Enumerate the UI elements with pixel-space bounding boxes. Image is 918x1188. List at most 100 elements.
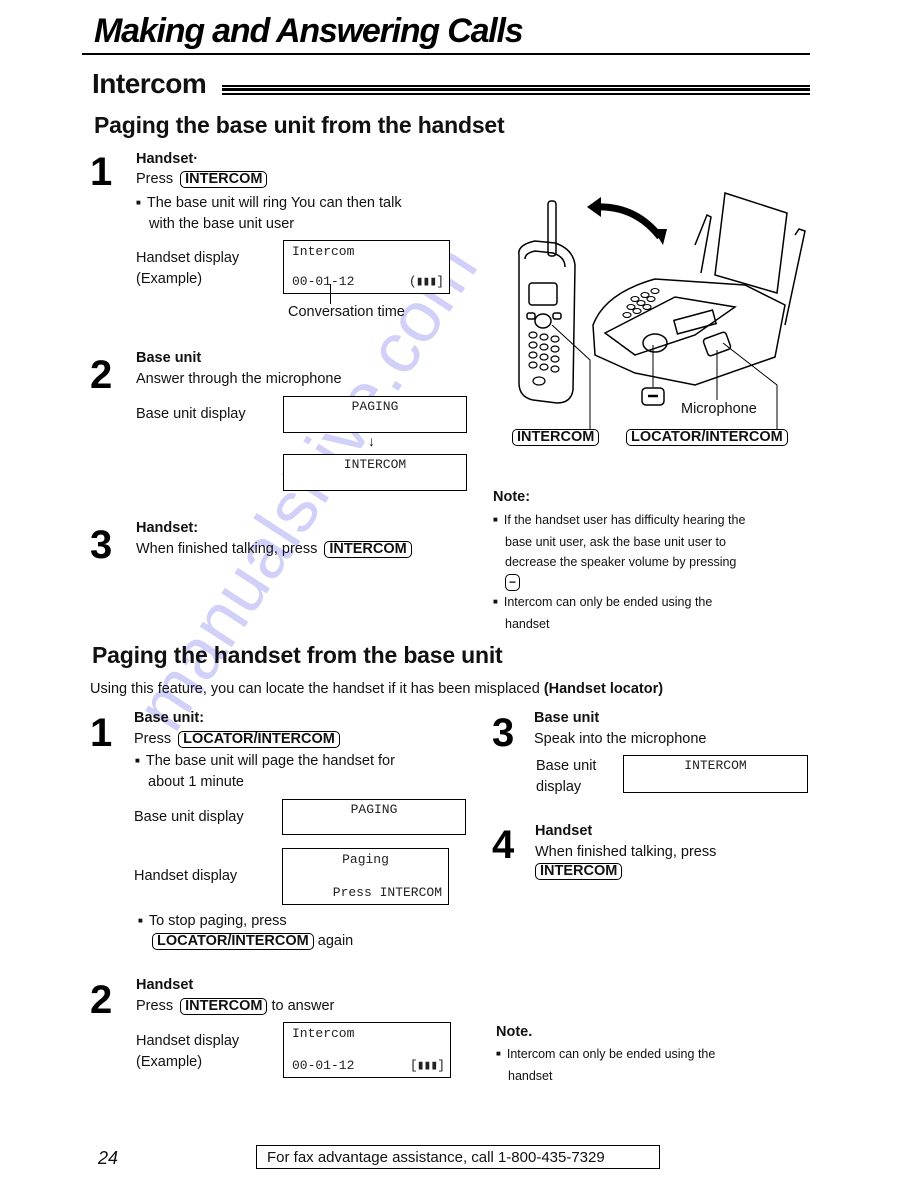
- note-bullet-cont: handset: [508, 1069, 553, 1083]
- intro-bold: (Handset locator): [543, 681, 664, 697]
- handset-display: Intercom 00-01-12 [▮▮▮]: [283, 1022, 451, 1078]
- section-rule: [222, 85, 810, 95]
- step-number: 1: [90, 150, 113, 194]
- display-label-cont: display: [536, 779, 582, 795]
- signal-indicator: (▮▮▮]: [408, 274, 444, 289]
- step-heading: Base unit: [136, 350, 202, 366]
- phone-illustration: [518, 192, 806, 430]
- intercom-key: INTERCOM: [512, 429, 600, 446]
- intercom-key: INTERCOM: [324, 541, 412, 558]
- step-action: Press INTERCOM: [136, 171, 268, 188]
- arrow-down-icon: ↓: [368, 433, 375, 449]
- display-line2: 00-01-12: [292, 1058, 355, 1073]
- press-label: Press: [134, 731, 172, 747]
- handset-drawing: [518, 200, 576, 404]
- conversation-time-label: Conversation time: [288, 304, 405, 320]
- step-number: 1: [90, 711, 113, 755]
- note-bullet: Intercom can only be ended using the: [496, 1044, 806, 1066]
- note-bullet-cont: decrease the speaker volume by pressing: [505, 555, 737, 569]
- step-number: 2: [90, 353, 113, 397]
- illustration-intercom-label: INTERCOM: [512, 428, 600, 446]
- note-heading: Note:: [493, 489, 531, 505]
- display-label: Handset display: [136, 250, 240, 266]
- part2-intro: Using this feature, you can locate the h…: [90, 681, 663, 697]
- step-heading: Handset:: [136, 520, 199, 536]
- display-line2: Press INTERCOM: [332, 885, 442, 900]
- step-heading: Base unit: [534, 710, 600, 726]
- display-label-example: (Example): [136, 271, 203, 287]
- base-display-paging: PAGING: [283, 396, 467, 433]
- base-display-paging: PAGING: [282, 799, 466, 835]
- display-line2: 00-01-12: [292, 274, 355, 289]
- base-display-intercom: INTERCOM: [623, 755, 808, 793]
- assistance-box: For fax advantage assistance, call 1-800…: [256, 1145, 660, 1169]
- step-action: Press INTERCOM to answer: [136, 998, 334, 1015]
- intercom-key: INTERCOM: [180, 171, 268, 188]
- display-label: Handset display: [136, 1033, 240, 1049]
- part2-title: Paging the handset from the base unit: [92, 642, 503, 668]
- step-heading: Handset: [136, 977, 194, 993]
- locator-intercom-key: LOCATOR/INTERCOM: [626, 429, 788, 446]
- display-line1: Intercom: [292, 1026, 355, 1041]
- handset-display: Intercom 00-01-12 (▮▮▮]: [283, 240, 450, 294]
- display-text: PAGING: [350, 802, 398, 817]
- step-number: 3: [90, 523, 113, 567]
- intercom-key: INTERCOM: [535, 863, 623, 880]
- display-text: INTERCOM: [684, 758, 747, 773]
- step-text: When finished talking, press: [136, 541, 318, 557]
- display-text: INTERCOM: [343, 457, 407, 472]
- intro-text: Using this feature, you can locate the h…: [90, 681, 540, 697]
- volume-down-key: −: [505, 574, 521, 591]
- display-label: Base unit: [536, 758, 597, 774]
- note-bullet: If the handset user has difficulty heari…: [493, 510, 813, 532]
- note-bullet: Intercom can only be ended using the: [493, 592, 813, 614]
- step-number: 2: [90, 978, 113, 1022]
- step-text: When finished talking, press: [535, 844, 717, 860]
- intercom-key: INTERCOM: [180, 998, 268, 1015]
- part1-title: Paging the base unit from the handset: [94, 112, 505, 138]
- swap-arrow-icon: [594, 203, 663, 240]
- step-action: INTERCOM: [535, 863, 623, 880]
- step-heading: Handset·: [136, 151, 199, 167]
- action-suffix: to answer: [271, 998, 335, 1014]
- microphone-label: Microphone: [681, 401, 757, 417]
- handset-display-paging: Paging Press INTERCOM: [282, 848, 449, 905]
- step-bullet: To stop paging, press: [138, 913, 287, 929]
- section-title: Intercom: [92, 68, 207, 99]
- again-label: again: [317, 933, 354, 949]
- step-action: When finished talking, press INTERCOM: [136, 541, 412, 558]
- step-bullet-cont: about 1 minute: [148, 774, 244, 790]
- step-text: Answer through the microphone: [136, 371, 342, 387]
- note-heading: Note.: [496, 1024, 533, 1040]
- title-rule: [82, 53, 810, 55]
- display-label: Base unit display: [134, 809, 244, 825]
- illustration-locator-label: LOCATOR/INTERCOM: [626, 428, 788, 446]
- base-display-intercom: INTERCOM: [283, 454, 467, 491]
- step-heading: Handset: [535, 823, 593, 839]
- note-bullet-cont: base unit user, ask the base unit user t…: [505, 535, 726, 549]
- step-number: 3: [492, 711, 515, 755]
- step-heading: Base unit:: [134, 710, 205, 726]
- step-number: 4: [492, 823, 515, 867]
- page-title: Making and Answering Calls: [94, 12, 524, 50]
- callout-line: [330, 284, 331, 304]
- locator-intercom-key: LOCATOR/INTERCOM: [152, 933, 314, 950]
- base-unit-drawing: [592, 192, 806, 386]
- step-bullet: The base unit will ring You can then tal…: [136, 195, 402, 211]
- press-label: Press: [136, 998, 174, 1014]
- page-number: 24: [98, 1148, 119, 1168]
- step-bullet: The base unit will page the handset for: [135, 753, 395, 769]
- signal-indicator: [▮▮▮]: [409, 1058, 445, 1073]
- display-text: PAGING: [351, 399, 399, 414]
- step-bullet-cont: with the base unit user: [149, 216, 295, 232]
- display-label: Base unit display: [136, 406, 246, 422]
- step-action: Press LOCATOR/INTERCOM: [134, 731, 340, 748]
- locator-intercom-key: LOCATOR/INTERCOM: [178, 731, 340, 748]
- step-text: Speak into the microphone: [534, 731, 707, 747]
- note-bullet-cont: handset: [505, 617, 550, 631]
- display-label: Handset display: [134, 868, 238, 884]
- display-line1: Intercom: [292, 244, 355, 259]
- note-body: If the handset user has difficulty heari…: [493, 510, 813, 634]
- display-label-example: (Example): [136, 1054, 203, 1070]
- stop-instruction: LOCATOR/INTERCOM again: [152, 933, 353, 950]
